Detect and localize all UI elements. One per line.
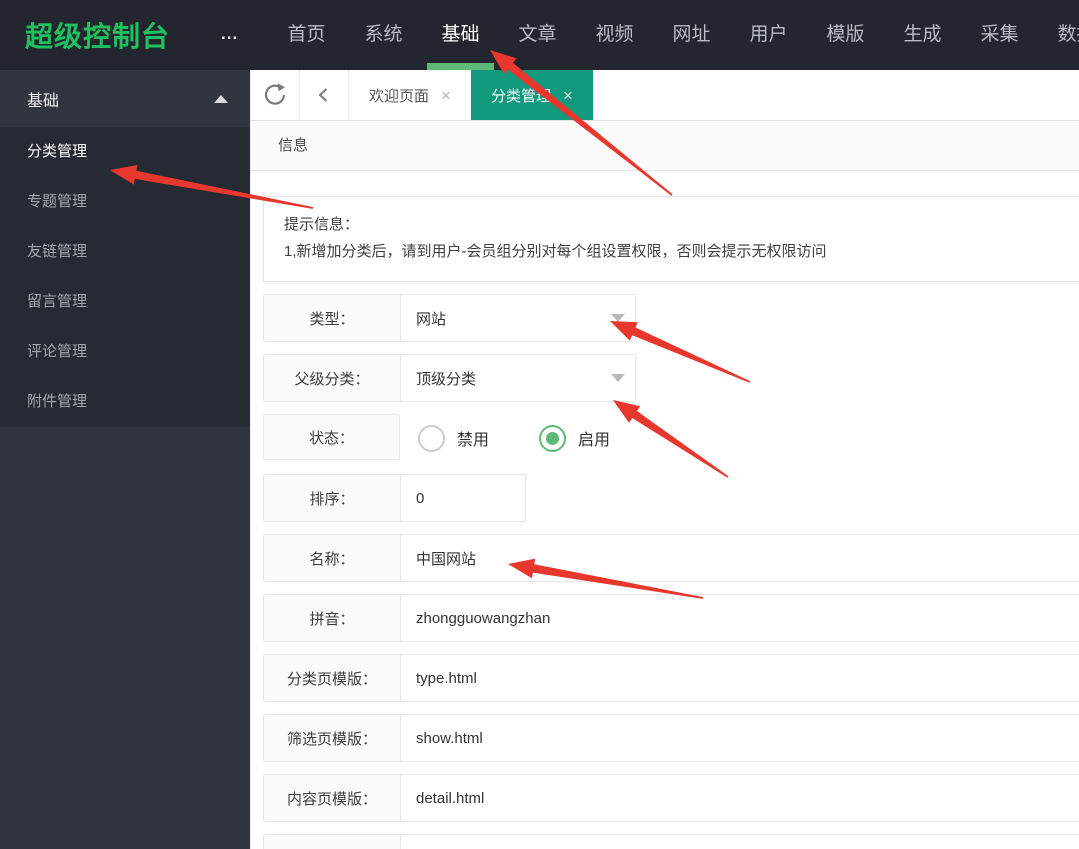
parent-category-select-value: 顶级分类	[416, 370, 477, 388]
status-label: 状态：	[263, 414, 400, 460]
close-icon[interactable]: ×	[441, 87, 451, 104]
status-radio-disabled[interactable]: 禁用	[418, 424, 490, 452]
refresh-button[interactable]	[251, 70, 300, 120]
status-radio-group: 禁用 启用	[418, 414, 610, 462]
app-logo: 超级控制台	[25, 21, 171, 52]
sort-row: 排序： 0	[263, 474, 526, 522]
sidebar-item-topic-management[interactable]: 专题管理	[0, 177, 250, 227]
sidebar-submenu: 分类管理 专题管理 友链管理 留言管理 评论管理 附件管理	[0, 127, 250, 427]
nav-item-template[interactable]: 模版	[807, 0, 884, 70]
top-nav-bar: 超级控制台 ... 首页 系统 基础 文章 视频 网址 用户 模版 生成 采集 …	[0, 0, 1079, 70]
sidebar: 基础 分类管理 专题管理 友链管理 留言管理 评论管理 附件管理	[0, 70, 250, 849]
tip-title: 提示信息：	[284, 216, 360, 233]
pinyin-input[interactable]: zhongguowangzhan	[401, 595, 1079, 641]
info-bar: 信息	[251, 121, 1079, 171]
nav-item-video[interactable]: 视频	[576, 0, 653, 70]
filter-template-row: 筛选页模版： show.html	[263, 714, 1079, 762]
name-row: 名称： 中国网站	[263, 534, 1079, 582]
tab-welcome-page[interactable]: 欢迎页面 ×	[349, 70, 471, 120]
parent-category-label: 父级分类：	[264, 355, 401, 401]
nav-more-button[interactable]: ...	[221, 24, 238, 44]
nav-item-generate[interactable]: 生成	[884, 0, 961, 70]
type-label: 类型：	[264, 295, 401, 341]
sort-input-value: 0	[416, 489, 425, 507]
back-button[interactable]	[300, 70, 349, 120]
pinyin-row: 拼音： zhongguowangzhan	[263, 594, 1079, 642]
content-template-input-value: detail.html	[416, 789, 485, 807]
filter-template-input-value: show.html	[416, 729, 483, 747]
close-icon[interactable]: ×	[563, 87, 573, 104]
tab-label: 欢迎页面	[369, 87, 430, 105]
clipped-row-input[interactable]	[401, 835, 1079, 849]
nav-item-home[interactable]: 首页	[268, 0, 345, 70]
sidebar-item-category-management[interactable]: 分类管理	[0, 127, 250, 177]
type-select-value: 网站	[416, 310, 447, 328]
name-input[interactable]: 中国网站	[401, 535, 1079, 581]
content-template-row: 内容页模版： detail.html	[263, 774, 1079, 822]
nav-item-basic[interactable]: 基础	[422, 0, 499, 70]
pinyin-input-value: zhongguowangzhan	[416, 609, 551, 627]
sidebar-item-attachment-management[interactable]: 附件管理	[0, 377, 250, 427]
content-template-label: 内容页模版：	[264, 775, 401, 821]
filter-template-input[interactable]: show.html	[401, 715, 1079, 761]
sidebar-item-comment-management[interactable]: 评论管理	[0, 327, 250, 377]
category-template-input[interactable]: type.html	[401, 655, 1079, 701]
clipped-row-label	[264, 835, 401, 849]
status-row: 状态： 禁用 启用	[263, 414, 1079, 462]
status-radio-enabled-label: 启用	[578, 432, 611, 449]
category-template-input-value: type.html	[416, 669, 477, 687]
sidebar-item-friendlink-management[interactable]: 友链管理	[0, 227, 250, 277]
radio-checked-icon	[539, 424, 567, 452]
nav-item-url[interactable]: 网址	[653, 0, 730, 70]
status-radio-disabled-label: 禁用	[457, 432, 490, 449]
radio-unchecked-icon	[418, 424, 445, 452]
name-input-value: 中国网站	[416, 550, 477, 568]
nav-item-article[interactable]: 文章	[499, 0, 576, 70]
nav-item-user[interactable]: 用户	[730, 0, 807, 70]
chevron-down-icon	[611, 314, 625, 322]
refresh-icon	[264, 83, 286, 105]
tab-bar: 欢迎页面 × 分类管理 ×	[251, 70, 1079, 121]
pinyin-label: 拼音：	[264, 595, 401, 641]
tab-category-management[interactable]: 分类管理 ×	[470, 70, 593, 120]
nav-item-system[interactable]: 系统	[345, 0, 422, 70]
chevron-down-icon	[611, 374, 625, 382]
parent-category-select[interactable]: 顶级分类	[401, 355, 635, 401]
sidebar-group-basic[interactable]: 基础	[0, 70, 250, 127]
sort-label: 排序：	[264, 475, 401, 521]
category-template-label: 分类页模版：	[264, 655, 401, 701]
main-area: 欢迎页面 × 分类管理 × 信息 提示信息： 1,新增加分类后，请到用户-会员组…	[250, 70, 1079, 849]
nav-item-collect[interactable]: 采集	[961, 0, 1038, 70]
chevron-left-icon	[318, 88, 328, 102]
sort-input[interactable]: 0	[401, 475, 525, 521]
top-nav-menu: 首页 系统 基础 文章 视频 网址 用户 模版 生成 采集 数据	[268, 0, 1079, 70]
category-template-row: 分类页模版： type.html	[263, 654, 1079, 702]
tab-label: 分类管理	[490, 87, 551, 105]
content-template-input[interactable]: detail.html	[401, 775, 1079, 821]
clipped-row	[263, 834, 1079, 849]
sidebar-group-label: 基础	[27, 92, 60, 110]
type-select[interactable]: 网站	[401, 295, 635, 341]
status-radio-enabled[interactable]: 启用	[539, 424, 611, 452]
type-row: 类型： 网站	[263, 294, 636, 342]
tip-message-box: 提示信息： 1,新增加分类后，请到用户-会员组分别对每个组设置权限，否则会提示无…	[263, 196, 1079, 282]
form-content: 提示信息： 1,新增加分类后，请到用户-会员组分别对每个组设置权限，否则会提示无…	[251, 196, 1079, 849]
tip-text: 1,新增加分类后，请到用户-会员组分别对每个组设置权限，否则会提示无权限访问	[284, 243, 827, 260]
name-label: 名称：	[264, 535, 401, 581]
sidebar-item-message-management[interactable]: 留言管理	[0, 277, 250, 327]
admin-console-screen: 超级控制台 ... 首页 系统 基础 文章 视频 网址 用户 模版 生成 采集 …	[0, 0, 1079, 849]
filter-template-label: 筛选页模版：	[264, 715, 401, 761]
caret-up-icon	[214, 94, 228, 103]
nav-item-data[interactable]: 数据	[1038, 0, 1079, 70]
parent-category-row: 父级分类： 顶级分类	[263, 354, 636, 402]
